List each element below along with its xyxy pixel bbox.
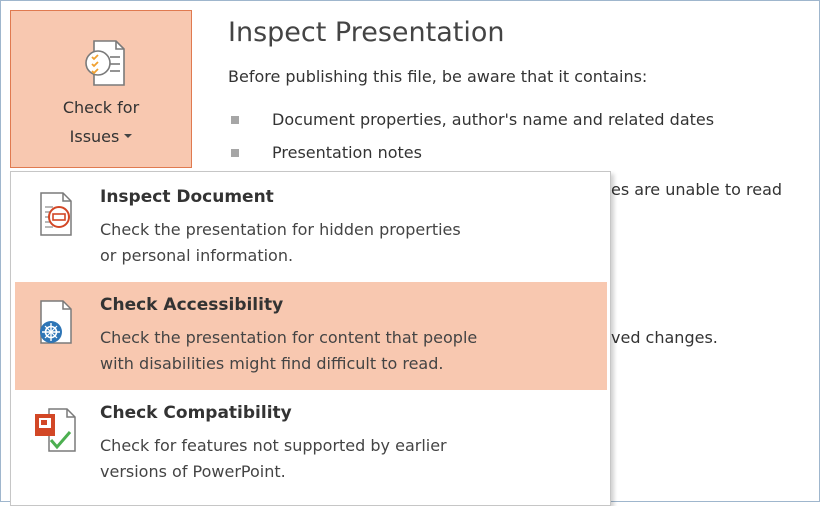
inspect-document-icon	[40, 192, 72, 236]
menu-item-title: Inspect Document	[100, 187, 274, 207]
menu-item-desc: Check the presentation for content that …	[100, 328, 478, 347]
check-for-issues-button[interactable]: Check for Issues	[10, 10, 192, 168]
menu-item-desc: Check for features not supported by earl…	[100, 436, 447, 455]
issues-label-row: Issues	[11, 127, 191, 146]
check-for-issues-menu: Inspect Document Check the presentation …	[10, 171, 611, 506]
dropdown-caret-icon	[124, 133, 133, 138]
menu-item-desc: or personal information.	[100, 246, 294, 265]
menu-item-inspect-document[interactable]: Inspect Document Check the presentation …	[15, 174, 607, 282]
menu-item-desc: Check the presentation for hidden proper…	[100, 220, 461, 239]
inspect-intro-text: Before publishing this file, be aware th…	[228, 67, 648, 86]
obscured-text-2: ved changes.	[611, 328, 718, 347]
bullet-square-icon	[231, 116, 239, 124]
menu-item-check-accessibility[interactable]: Check Accessibility Check the presentati…	[15, 282, 607, 390]
menu-item-title: Check Compatibility	[100, 403, 292, 423]
menu-item-title: Check Accessibility	[100, 295, 284, 315]
menu-item-desc: versions of PowerPoint.	[100, 462, 286, 481]
check-for-label: Check for	[62, 98, 140, 117]
inspect-presentation-title: Inspect Presentation	[228, 17, 505, 48]
checklist-icon	[85, 40, 125, 86]
issues-label: Issues	[69, 127, 120, 146]
bullet-square-icon	[231, 149, 239, 157]
menu-item-desc: with disabilities might find difficult t…	[100, 354, 444, 373]
compatibility-icon	[35, 408, 76, 452]
menu-item-check-compatibility[interactable]: Check Compatibility Check for features n…	[15, 390, 607, 498]
obscured-text-1: es are unable to read	[611, 180, 783, 199]
bullet-text: Presentation notes	[272, 143, 422, 162]
bullet-text: Document properties, author's name and r…	[272, 110, 715, 129]
accessibility-icon	[40, 300, 72, 344]
